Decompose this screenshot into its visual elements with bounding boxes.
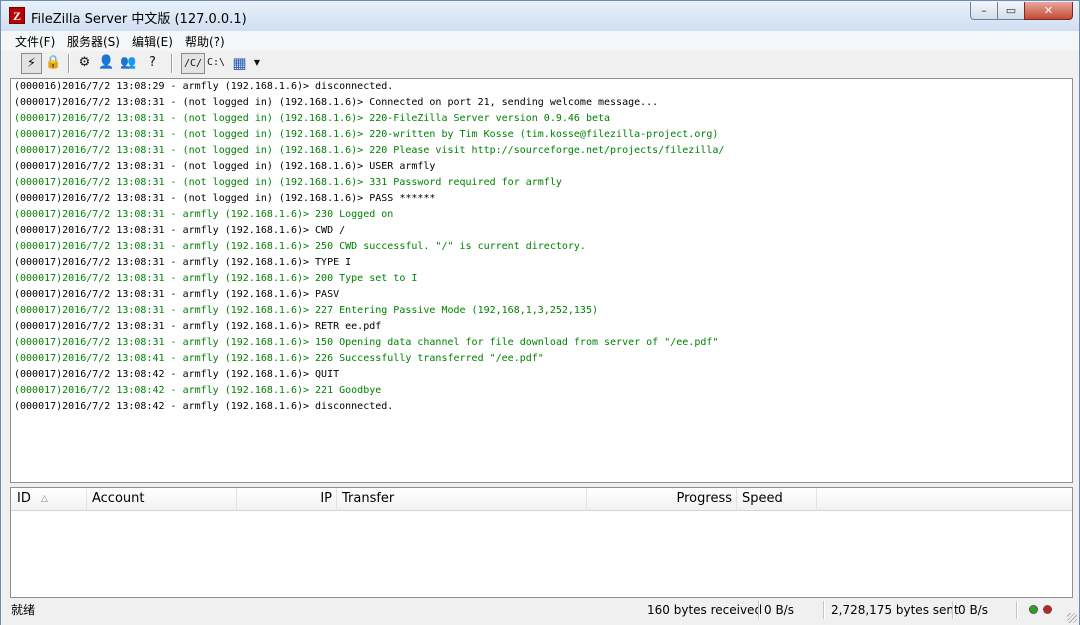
connect-icon[interactable]: ⚡ [21, 53, 42, 74]
send-speed: 0 B/s [958, 603, 988, 617]
log-line: (000017)2016/7/2 13:08:42 - armfly (192.… [14, 401, 394, 412]
resize-grip-icon[interactable] [1067, 613, 1077, 623]
status-bar: 就绪 160 bytes received 0 B/s 2,728,175 by… [1, 599, 1079, 625]
column-transfer[interactable]: Transfer [337, 488, 587, 510]
log-line: (000017)2016/7/2 13:08:41 - armfly (192.… [14, 353, 544, 364]
receive-indicator-icon [1029, 605, 1038, 614]
column-id[interactable]: ID △ [11, 488, 87, 510]
log-line: (000017)2016/7/2 13:08:31 - armfly (192.… [14, 337, 719, 348]
send-indicator-icon [1043, 605, 1052, 614]
log-line: (000017)2016/7/2 13:08:31 - (not logged … [14, 193, 436, 204]
menu-edit[interactable]: 编辑(E) [132, 33, 173, 50]
log-panel[interactable]: (000016)2016/7/2 13:08:29 - armfly (192.… [10, 78, 1073, 483]
log-line: (000017)2016/7/2 13:08:31 - (not logged … [14, 97, 659, 108]
menu-help[interactable]: 帮助(?) [185, 33, 225, 50]
column-speed[interactable]: Speed [737, 488, 817, 510]
log-line: (000017)2016/7/2 13:08:31 - armfly (192.… [14, 305, 598, 316]
view-list-icon[interactable]: ▦ [229, 53, 250, 74]
status-separator [1016, 601, 1018, 619]
status-ready: 就绪 [11, 603, 36, 617]
log-line: (000017)2016/7/2 13:08:31 - armfly (192.… [14, 257, 352, 268]
bytes-received: 160 bytes received [647, 603, 763, 617]
log-line: (000017)2016/7/2 13:08:31 - armfly (192.… [14, 209, 394, 220]
bytes-sent: 2,728,175 bytes sent [831, 603, 959, 617]
log-line: (000017)2016/7/2 13:08:31 - (not logged … [14, 129, 719, 140]
close-button[interactable]: ✕ [1024, 2, 1073, 20]
log-line: (000017)2016/7/2 13:08:31 - armfly (192.… [14, 241, 586, 252]
column-account[interactable]: Account [87, 488, 237, 510]
menu-file[interactable]: 文件(F) [15, 33, 55, 50]
column-id-label: ID [17, 491, 31, 506]
users-icon[interactable]: 👤 [96, 53, 117, 74]
lock-icon[interactable]: 🔒 [43, 53, 64, 74]
title-bar[interactable]: Z FileZilla Server 中文版 (127.0.0.1) – ▭ ✕ [1, 1, 1079, 31]
connections-header: ID △ Account IP Transfer Progress Speed [11, 488, 1072, 511]
sort-ascending-icon: △ [41, 494, 48, 504]
dropdown-arrow-icon[interactable]: ▼ [250, 53, 264, 74]
window-title: FileZilla Server 中文版 (127.0.0.1) [31, 12, 247, 27]
maximize-button[interactable]: ▭ [997, 2, 1025, 20]
log-line: (000017)2016/7/2 13:08:31 - armfly (192.… [14, 225, 346, 236]
status-separator [758, 601, 760, 619]
toolbar-separator [68, 54, 70, 73]
log-line: (000017)2016/7/2 13:08:31 - (not logged … [14, 161, 436, 172]
menu-bar: 文件(F) 服务器(S) 编辑(E) 帮助(?) [1, 31, 1079, 52]
log-line: (000017)2016/7/2 13:08:31 - armfly (192.… [14, 321, 382, 332]
log-line: (000017)2016/7/2 13:08:31 - armfly (192.… [14, 289, 340, 300]
connections-list[interactable]: ID △ Account IP Transfer Progress Speed [10, 487, 1073, 598]
menu-server[interactable]: 服务器(S) [67, 33, 120, 50]
toolbar: ⚡ 🔒 ⚙ 👤 👥 ? /C/ C:\ ▦ ▼ [1, 51, 1079, 77]
filezilla-icon: Z [9, 7, 25, 24]
log-line: (000016)2016/7/2 13:08:29 - armfly (192.… [14, 81, 394, 92]
toolbar-separator [171, 54, 173, 73]
column-ip[interactable]: IP [237, 488, 337, 510]
help-icon[interactable]: ? [142, 53, 163, 74]
groups-icon[interactable]: 👥 [118, 53, 139, 74]
drive-dir-icon[interactable]: C:\ [206, 53, 226, 74]
log-line: (000017)2016/7/2 13:08:42 - armfly (192.… [14, 385, 382, 396]
log-line: (000017)2016/7/2 13:08:31 - (not logged … [14, 145, 725, 156]
settings-icon[interactable]: ⚙ [74, 53, 95, 74]
receive-speed: 0 B/s [764, 603, 794, 617]
minimize-button[interactable]: – [970, 2, 998, 20]
log-line: (000017)2016/7/2 13:08:31 - (not logged … [14, 113, 611, 124]
log-line: (000017)2016/7/2 13:08:42 - armfly (192.… [14, 369, 340, 380]
root-dir-icon[interactable]: /C/ [181, 53, 205, 74]
status-separator [823, 601, 825, 619]
status-separator [952, 601, 954, 619]
column-progress[interactable]: Progress [587, 488, 737, 510]
log-line: (000017)2016/7/2 13:08:31 - armfly (192.… [14, 273, 418, 284]
log-line: (000017)2016/7/2 13:08:31 - (not logged … [14, 177, 562, 188]
app-window: Z FileZilla Server 中文版 (127.0.0.1) – ▭ ✕… [0, 0, 1080, 625]
